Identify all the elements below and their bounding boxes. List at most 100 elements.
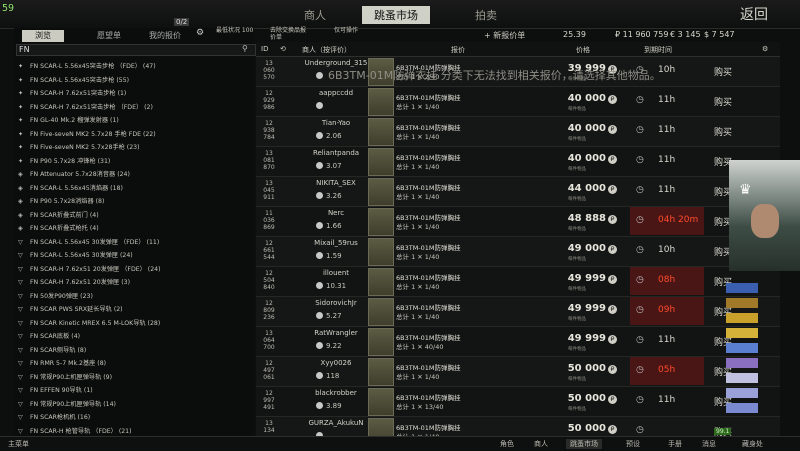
category-item[interactable]: ▽ FN SCAR-L 5.56x45 30发弹匣 (24) bbox=[18, 250, 252, 261]
category-item[interactable]: ◈ FN SCAR折叠式前门 (4) bbox=[18, 210, 252, 221]
seller-name[interactable]: Reliantpanda bbox=[296, 149, 376, 157]
item-thumbnail[interactable] bbox=[368, 208, 394, 236]
search-input[interactable]: FN bbox=[16, 44, 256, 56]
character-button[interactable]: 角色 bbox=[500, 439, 514, 449]
buy-button[interactable]: 购买 bbox=[714, 65, 732, 78]
category-item[interactable]: ✦ FN SCAR-H 7.62x51突击步枪 （FDE） (2) bbox=[18, 102, 252, 113]
table-row[interactable]: 12 809 236 SidorovichJr 5.27 6B3TM-01M防弹… bbox=[256, 297, 780, 327]
category-item[interactable]: ▽ FN SCAR侧导轨 (8) bbox=[18, 345, 252, 356]
category-item[interactable]: ✦ FN SCAR-L 5.56x45突击步枪 (55) bbox=[18, 75, 252, 86]
seller-name[interactable]: Mixail_59rus bbox=[296, 239, 376, 247]
category-item[interactable]: ✦ FN Five-seveN MK2 5.7x28 手枪 FDE (22) bbox=[18, 129, 252, 140]
col-id[interactable]: ID bbox=[261, 45, 268, 53]
category-item[interactable]: ◈ FN SCAR-L 5.56x45消焰器 (18) bbox=[18, 183, 252, 194]
item-thumbnail[interactable] bbox=[368, 388, 394, 416]
tab-traders[interactable]: 商人 bbox=[304, 7, 326, 23]
item-thumbnail[interactable] bbox=[368, 88, 394, 116]
category-item[interactable]: ◈ FN P90 5.7x28消焰器 (8) bbox=[18, 196, 252, 207]
item-thumbnail[interactable] bbox=[368, 238, 394, 266]
category-item[interactable]: ▽ FN 常规P90上机匣弹导轨 (14) bbox=[18, 399, 252, 410]
side-card-6 bbox=[726, 358, 758, 368]
table-row[interactable]: 13 045 911 NIKITA_SEX 3.26 6B3TM-01M防弹胸挂… bbox=[256, 177, 780, 207]
category-item[interactable]: ▽ FN SCAR Kinetic MREX 6.5 M-LOK导轨 (28) bbox=[18, 318, 252, 329]
category-item[interactable]: ▽ FN SCAR-H 7.62x51 20发弹匣 (3) bbox=[18, 277, 252, 288]
category-item[interactable]: ✦ FN P90 5.7x28 冲锋枪 (31) bbox=[18, 156, 252, 167]
col-seller[interactable]: 商人（按评价） bbox=[302, 45, 351, 55]
category-item[interactable]: ▽ FN SCAR-L 5.56x45 30发弹匣 （FDE） (11) bbox=[18, 237, 252, 248]
category-item[interactable]: ▽ FN SCAR-H 7.62x51 20发弹匣 （FDE） (24) bbox=[18, 264, 252, 275]
item-thumbnail[interactable] bbox=[368, 118, 394, 146]
col-expires[interactable]: 到期时间 bbox=[644, 45, 672, 55]
col-price[interactable]: 价格 bbox=[576, 45, 590, 55]
tab-my-offers[interactable]: 我的报价 bbox=[144, 30, 186, 42]
item-thumbnail[interactable] bbox=[368, 298, 394, 326]
category-item[interactable]: ▽ FN SCAR-H 枪管导轨 （FDE） (21) bbox=[18, 426, 252, 437]
category-item[interactable]: ▽ FN EFFEN 90导轨 (1) bbox=[18, 385, 252, 396]
table-row[interactable]: 11 036 869 Nerc 1.66 6B3TM-01M防弹胸挂 总计 1 … bbox=[256, 207, 780, 237]
price-per-item: 每件物品 bbox=[568, 287, 586, 292]
handbook-button[interactable]: 手册 bbox=[668, 439, 682, 449]
item-thumbnail[interactable] bbox=[368, 358, 394, 386]
table-row[interactable]: 13 064 700 RatWrangler 9.22 6B3TM-01M防弹胸… bbox=[256, 327, 780, 357]
seller-name[interactable]: Xyy0026 bbox=[296, 359, 376, 367]
table-row[interactable]: 12 938 784 Tian-Yao 2.06 6B3TM-01M防弹胸挂 总… bbox=[256, 117, 780, 147]
category-item[interactable]: ◈ FN Attenuator 5.7x28消音器 (24) bbox=[18, 169, 252, 180]
tab-browse[interactable]: 浏览 bbox=[22, 30, 64, 42]
settings-icon[interactable]: ⚙ bbox=[762, 45, 768, 53]
seller-name[interactable]: Nerc bbox=[296, 209, 376, 217]
back-button[interactable]: 返回 bbox=[740, 4, 768, 24]
refresh-icon[interactable]: ⟲ bbox=[280, 45, 286, 53]
gun-icon: ✦ bbox=[18, 144, 24, 151]
table-row[interactable]: 13 081 870 Reliantpanda 3.07 6B3TM-01M防弹… bbox=[256, 147, 780, 177]
expiry-cell: ◷ 11h bbox=[630, 147, 704, 175]
table-row[interactable]: 12 929 986 aappccdd 6B3TM-01M防弹胸挂 总计 1 ✕… bbox=[256, 87, 780, 117]
category-item[interactable]: ▽ FN SCAR枪机机 (16) bbox=[18, 412, 252, 423]
seller-name[interactable]: RatWrangler bbox=[296, 329, 376, 337]
buy-button[interactable]: 购买 bbox=[714, 125, 732, 138]
category-item[interactable]: ✦ FN SCAR-L 5.56x45突击步枪 （FDE） (47) bbox=[18, 61, 252, 72]
category-item[interactable]: ▽ FN RMR 5-7 Mk.2基座 (8) bbox=[18, 358, 252, 369]
seller-name[interactable]: Underground_315 bbox=[296, 59, 376, 67]
item-thumbnail[interactable] bbox=[368, 268, 394, 296]
category-item[interactable]: ▽ FN 常规P90上机匣弹导轨 (9) bbox=[18, 372, 252, 383]
category-item[interactable]: ✦ FN Five-seveN MK2 5.7x28手枪 (23) bbox=[18, 142, 252, 153]
table-row[interactable]: 12 661 544 Mixail_59rus 1.59 6B3TM-01M防弹… bbox=[256, 237, 780, 267]
item-thumbnail[interactable] bbox=[368, 148, 394, 176]
main-menu-button[interactable]: 主菜单 bbox=[8, 439, 29, 449]
search-icon[interactable]: ⚲ bbox=[242, 44, 248, 53]
seller-name[interactable]: Tian-Yao bbox=[296, 119, 376, 127]
category-item[interactable]: ▽ FN SCAR PWS SRX延长导轨 (2) bbox=[18, 304, 252, 315]
category-item[interactable]: ✦ FN SCAR-H 7.62x51突击步枪 (1) bbox=[18, 88, 252, 99]
table-row[interactable]: 12 997 491 blackrobber 3.89 6B3TM-01M防弹胸… bbox=[256, 387, 780, 417]
category-item[interactable]: ▽ FN SCAR底板 (4) bbox=[18, 331, 252, 342]
category-item[interactable]: ◈ FN SCAR折叠式枪托 (4) bbox=[18, 223, 252, 234]
seller-name[interactable]: aappccdd bbox=[296, 89, 376, 97]
category-item[interactable]: ▽ FN 50发P90弹匣 (23) bbox=[18, 291, 252, 302]
category-label: FN Attenuator 5.7x28消音器 (24) bbox=[30, 171, 130, 178]
category-item[interactable]: ✦ FN GL-40 Mk.2 榴弹发射器 (1) bbox=[18, 115, 252, 126]
seller-name[interactable]: NIKITA_SEX bbox=[296, 179, 376, 187]
buy-button[interactable]: 购买 bbox=[714, 95, 732, 108]
flea-market-button[interactable]: 跳蚤市场 bbox=[566, 439, 602, 449]
messenger-button[interactable]: 消息 bbox=[702, 439, 716, 449]
item-thumbnail[interactable] bbox=[368, 178, 394, 206]
seller-name[interactable]: illouent bbox=[296, 269, 376, 277]
traders-button[interactable]: 商人 bbox=[534, 439, 548, 449]
hideout-button[interactable]: 藏身处 bbox=[742, 439, 763, 449]
filter-min-condition[interactable]: 最低状况 100 bbox=[216, 27, 256, 34]
filter-remove-barter[interactable]: 去除交换品报价单 bbox=[270, 27, 310, 41]
seller-name[interactable]: blackrobber bbox=[296, 389, 376, 397]
item-thumbnail[interactable] bbox=[368, 328, 394, 356]
filter-operable-only[interactable]: 仅可操作 bbox=[334, 27, 374, 34]
gear-icon[interactable]: ⚙ bbox=[196, 28, 204, 38]
table-row[interactable]: 12 504 840 illouent 10.31 6B3TM-01M防弹胸挂 … bbox=[256, 267, 780, 297]
seller-name[interactable]: SidorovichJr bbox=[296, 299, 376, 307]
tab-flea-market[interactable]: 跳蚤市场 bbox=[362, 6, 430, 24]
seller-name[interactable]: GURZA_AkukuN bbox=[296, 419, 376, 427]
tab-wishlist[interactable]: 愿望单 bbox=[88, 30, 130, 42]
table-row[interactable]: 12 497 061 Xyy0026 118 6B3TM-01M防弹胸挂 总计 … bbox=[256, 357, 780, 387]
builds-button[interactable]: 预设 bbox=[626, 439, 640, 449]
col-offer[interactable]: 报价 bbox=[451, 45, 465, 55]
tab-auction[interactable]: 拍卖 bbox=[475, 7, 497, 23]
add-offer-button[interactable]: + 新报价单 bbox=[484, 30, 525, 41]
